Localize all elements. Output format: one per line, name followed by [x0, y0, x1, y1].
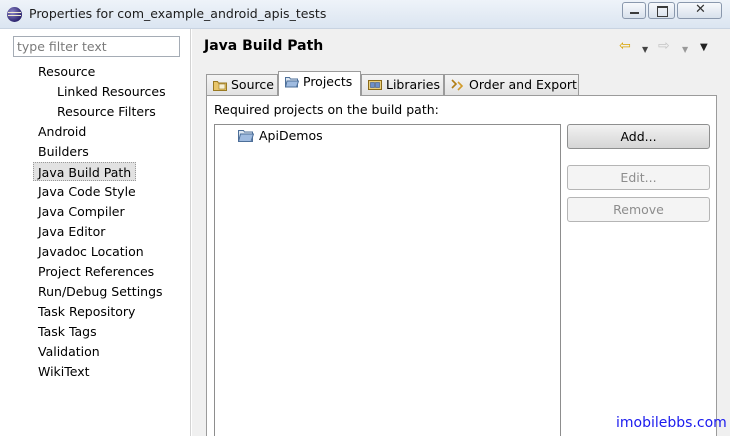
filter-input[interactable] [13, 36, 180, 57]
minimize-button[interactable] [622, 2, 646, 19]
tab-libraries-label: Libraries [386, 77, 440, 92]
tree-item-project-references[interactable]: Project References [34, 262, 158, 281]
tree-item-java-code-style[interactable]: Java Code Style [34, 182, 140, 201]
tree-item-resource[interactable]: Resource [34, 62, 99, 81]
tree-item-wikitext[interactable]: WikiText [34, 362, 94, 381]
view-menu-icon[interactable]: ▼ [700, 41, 708, 55]
tab-projects[interactable]: Projects [278, 71, 361, 96]
tree-item-linked-resources[interactable]: Linked Resources [53, 82, 170, 101]
library-icon [368, 80, 382, 90]
close-icon: ✕ [695, 2, 706, 17]
tab-order-and-export[interactable]: Order and Export [444, 74, 579, 96]
tab-source-label: Source [231, 77, 274, 92]
tab-projects-label: Projects [303, 74, 353, 89]
tree-item-task-repository[interactable]: Task Repository [34, 302, 139, 321]
window-titlebar: Properties for com_example_android_apis_… [0, 0, 730, 29]
tree-item-java-compiler[interactable]: Java Compiler [34, 202, 129, 221]
remove-button[interactable]: Remove [567, 197, 710, 222]
eclipse-icon [7, 7, 22, 22]
tree-item-java-editor[interactable]: Java Editor [34, 222, 109, 241]
close-button[interactable]: ✕ [677, 2, 722, 19]
edit-button[interactable]: Edit... [567, 165, 710, 190]
project-folder-icon [285, 77, 299, 88]
order-export-icon [451, 79, 464, 91]
tab-libraries[interactable]: Libraries [361, 74, 444, 96]
tree-item-run-debug-settings[interactable]: Run/Debug Settings [34, 282, 167, 301]
back-dropdown-icon[interactable]: ▼ [642, 43, 648, 57]
preferences-sidebar: Resource Linked Resources Resource Filte… [0, 29, 191, 436]
projects-panel: Required projects on the build path: Api… [206, 95, 717, 436]
watermark-text: imobilebbs.com [616, 415, 727, 431]
tree-item-resource-filters[interactable]: Resource Filters [53, 102, 160, 121]
project-folder-icon [238, 130, 254, 142]
tab-order-and-export-label: Order and Export [469, 77, 577, 92]
window-title: Properties for com_example_android_apis_… [29, 6, 327, 21]
page-title: Java Build Path [204, 38, 324, 54]
tree-item-android[interactable]: Android [34, 122, 90, 141]
forward-arrow-icon[interactable]: ⇨ [658, 39, 670, 53]
maximize-button[interactable] [648, 2, 675, 19]
property-page: Java Build Path ⇦ ▼ ⇨ ▼ ▼ Source Project… [192, 29, 730, 436]
source-folder-icon [213, 81, 227, 91]
back-arrow-icon[interactable]: ⇦ [619, 39, 631, 53]
tree-item-validation[interactable]: Validation [34, 342, 104, 361]
projects-list[interactable]: ApiDemos [214, 124, 561, 436]
forward-dropdown-icon[interactable]: ▼ [682, 43, 688, 57]
tree-item-javadoc-location[interactable]: Javadoc Location [34, 242, 148, 261]
tab-source[interactable]: Source [206, 74, 278, 96]
list-item[interactable]: ApiDemos [238, 127, 323, 145]
tree-item-task-tags[interactable]: Task Tags [34, 322, 101, 341]
project-name: ApiDemos [259, 128, 323, 143]
required-projects-label: Required projects on the build path: [214, 102, 439, 117]
add-button[interactable]: Add... [567, 124, 710, 149]
tree-item-builders[interactable]: Builders [34, 142, 93, 161]
tree-item-java-build-path[interactable]: Java Build Path [33, 162, 137, 181]
